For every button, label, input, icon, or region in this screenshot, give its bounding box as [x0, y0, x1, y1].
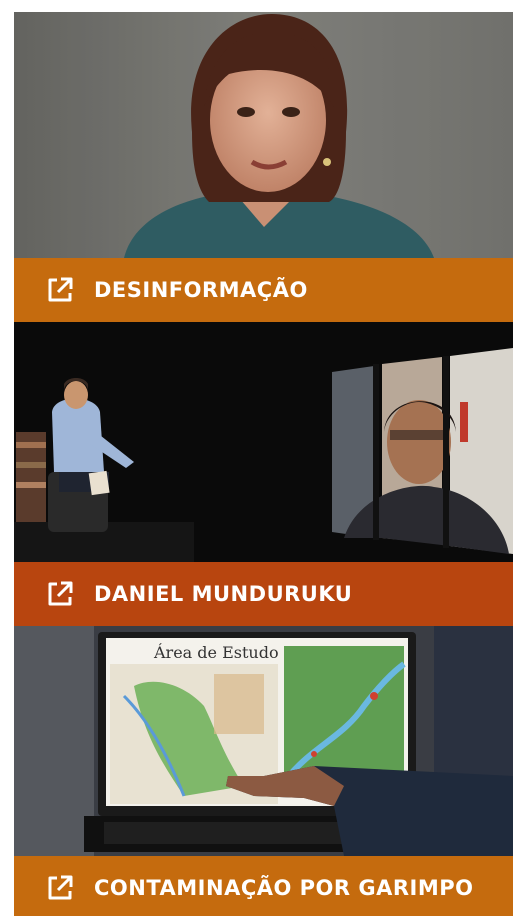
- video-thumbnail[interactable]: [14, 322, 513, 562]
- interview-image: [14, 322, 513, 562]
- card-title: DESINFORMAÇÃO: [94, 278, 308, 302]
- video-card-daniel-munduruku[interactable]: DANIEL MUNDURUKU: [14, 322, 513, 626]
- card-title: DANIEL MUNDURUKU: [94, 582, 353, 606]
- card-title-bar[interactable]: DANIEL MUNDURUKU: [14, 562, 513, 626]
- map-screen-title: Área de Estudo: [153, 642, 279, 662]
- video-card-contaminacao-por-garimpo[interactable]: Área de Estudo CONTAMINAÇÃO POR GARIMPO: [14, 626, 513, 916]
- card-title-bar[interactable]: DESINFORMAÇÃO: [14, 258, 513, 322]
- video-thumbnail[interactable]: Área de Estudo: [14, 626, 513, 856]
- video-card-desinformacao[interactable]: DESINFORMAÇÃO: [14, 12, 513, 322]
- video-thumbnail[interactable]: [14, 12, 513, 258]
- map-presentation-image: Área de Estudo: [14, 626, 513, 856]
- external-link-icon: [44, 274, 76, 306]
- card-title: CONTAMINAÇÃO POR GARIMPO: [94, 876, 474, 900]
- video-feed: DESINFORMAÇÃO DANIEL MUNDURUKU Área de E…: [14, 12, 513, 916]
- card-title-bar[interactable]: CONTAMINAÇÃO POR GARIMPO: [14, 856, 513, 916]
- external-link-icon: [44, 578, 76, 610]
- external-link-icon: [44, 872, 76, 904]
- presenter-image: [14, 12, 513, 258]
